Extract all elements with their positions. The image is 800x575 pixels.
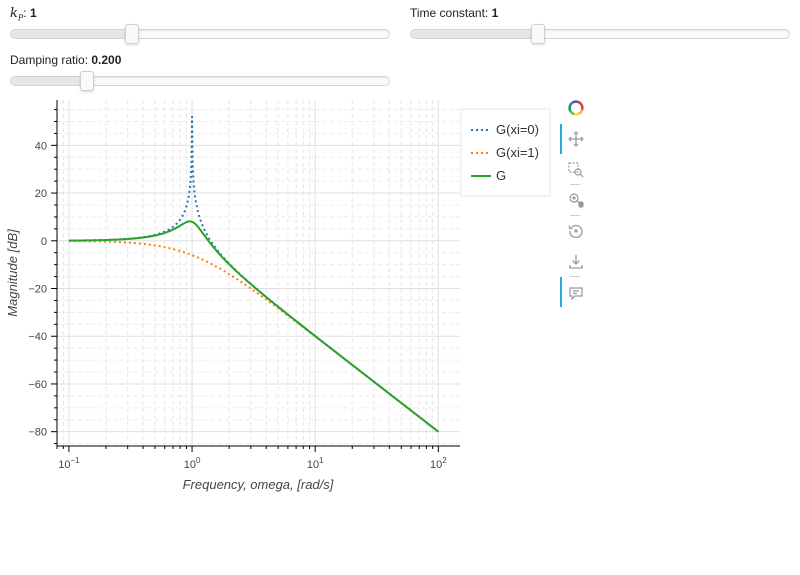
legend-label: G(xi=0) <box>496 122 539 137</box>
kp-slider-title: kP: 1 <box>10 6 37 23</box>
time-constant-slider-title: Time constant: 1 <box>410 6 499 20</box>
legend-label: G(xi=1) <box>496 145 539 160</box>
damping-ratio-slider-track[interactable] <box>10 71 390 91</box>
kp-slider: kP: 1 <box>10 5 390 44</box>
toolbar-separator <box>570 184 580 185</box>
y-tick-label: −80 <box>28 427 47 439</box>
y-tick-label: −40 <box>28 331 47 343</box>
time-constant-slider: Time constant: 1 <box>410 5 790 44</box>
plot-toolbar <box>560 95 594 315</box>
hover-icon[interactable] <box>566 282 586 304</box>
x-tick-label: 100 <box>184 456 201 471</box>
legend-label: G <box>496 168 506 183</box>
plot-grid <box>56 100 460 446</box>
pan-icon[interactable] <box>566 128 586 150</box>
damping-ratio-slider-handle[interactable] <box>79 71 94 91</box>
time-constant-slider-handle[interactable] <box>530 24 545 44</box>
wheel-zoom-icon[interactable] <box>566 189 586 211</box>
kp-symbol: kP <box>10 6 24 23</box>
x-axis-label: Frequency, omega, [rad/s] <box>183 477 334 492</box>
x-tick-label: 101 <box>307 456 324 471</box>
y-tick-label: 40 <box>35 140 47 152</box>
save-icon[interactable] <box>566 251 586 273</box>
y-tick-label: −20 <box>28 284 47 296</box>
pan-tool-active-indicator <box>560 124 562 154</box>
toolbar-separator <box>570 276 580 277</box>
time-constant-value: 1 <box>491 6 499 20</box>
toolbar-separator <box>570 215 580 216</box>
kp-value: 1 <box>29 6 37 20</box>
box-zoom-icon[interactable] <box>566 159 586 181</box>
time-constant-slider-track[interactable] <box>410 24 790 44</box>
y-tick-label: 20 <box>35 188 47 200</box>
bokeh-logo-icon[interactable] <box>566 97 586 119</box>
kp-slider-track[interactable] <box>10 24 390 44</box>
damping-ratio-slider: Damping ratio: 0.200 <box>10 52 390 91</box>
damping-ratio-slider-title: Damping ratio: 0.200 <box>10 53 122 67</box>
reset-icon[interactable] <box>566 220 586 242</box>
x-tick-label: 102 <box>430 456 447 471</box>
y-axis-label: Magnitude [dB] <box>5 229 20 317</box>
plot-axes: 10−1 100 101 102 40 20 0 −20 −40 −60 −80 <box>28 100 460 471</box>
damping-ratio-value: 0.200 <box>91 53 122 67</box>
hover-tool-active-indicator <box>560 277 562 307</box>
y-tick-label: 0 <box>41 236 47 248</box>
plot-legend: G(xi=0) G(xi=1) G <box>460 108 551 197</box>
bode-magnitude-plot[interactable]: 10−1 100 101 10240200−20−40−60−80 G(xi=0)G(… <box>0 95 560 500</box>
kp-slider-handle[interactable] <box>124 24 139 44</box>
y-tick-label: −60 <box>28 379 47 391</box>
x-tick-label: 10−1 <box>58 456 80 471</box>
